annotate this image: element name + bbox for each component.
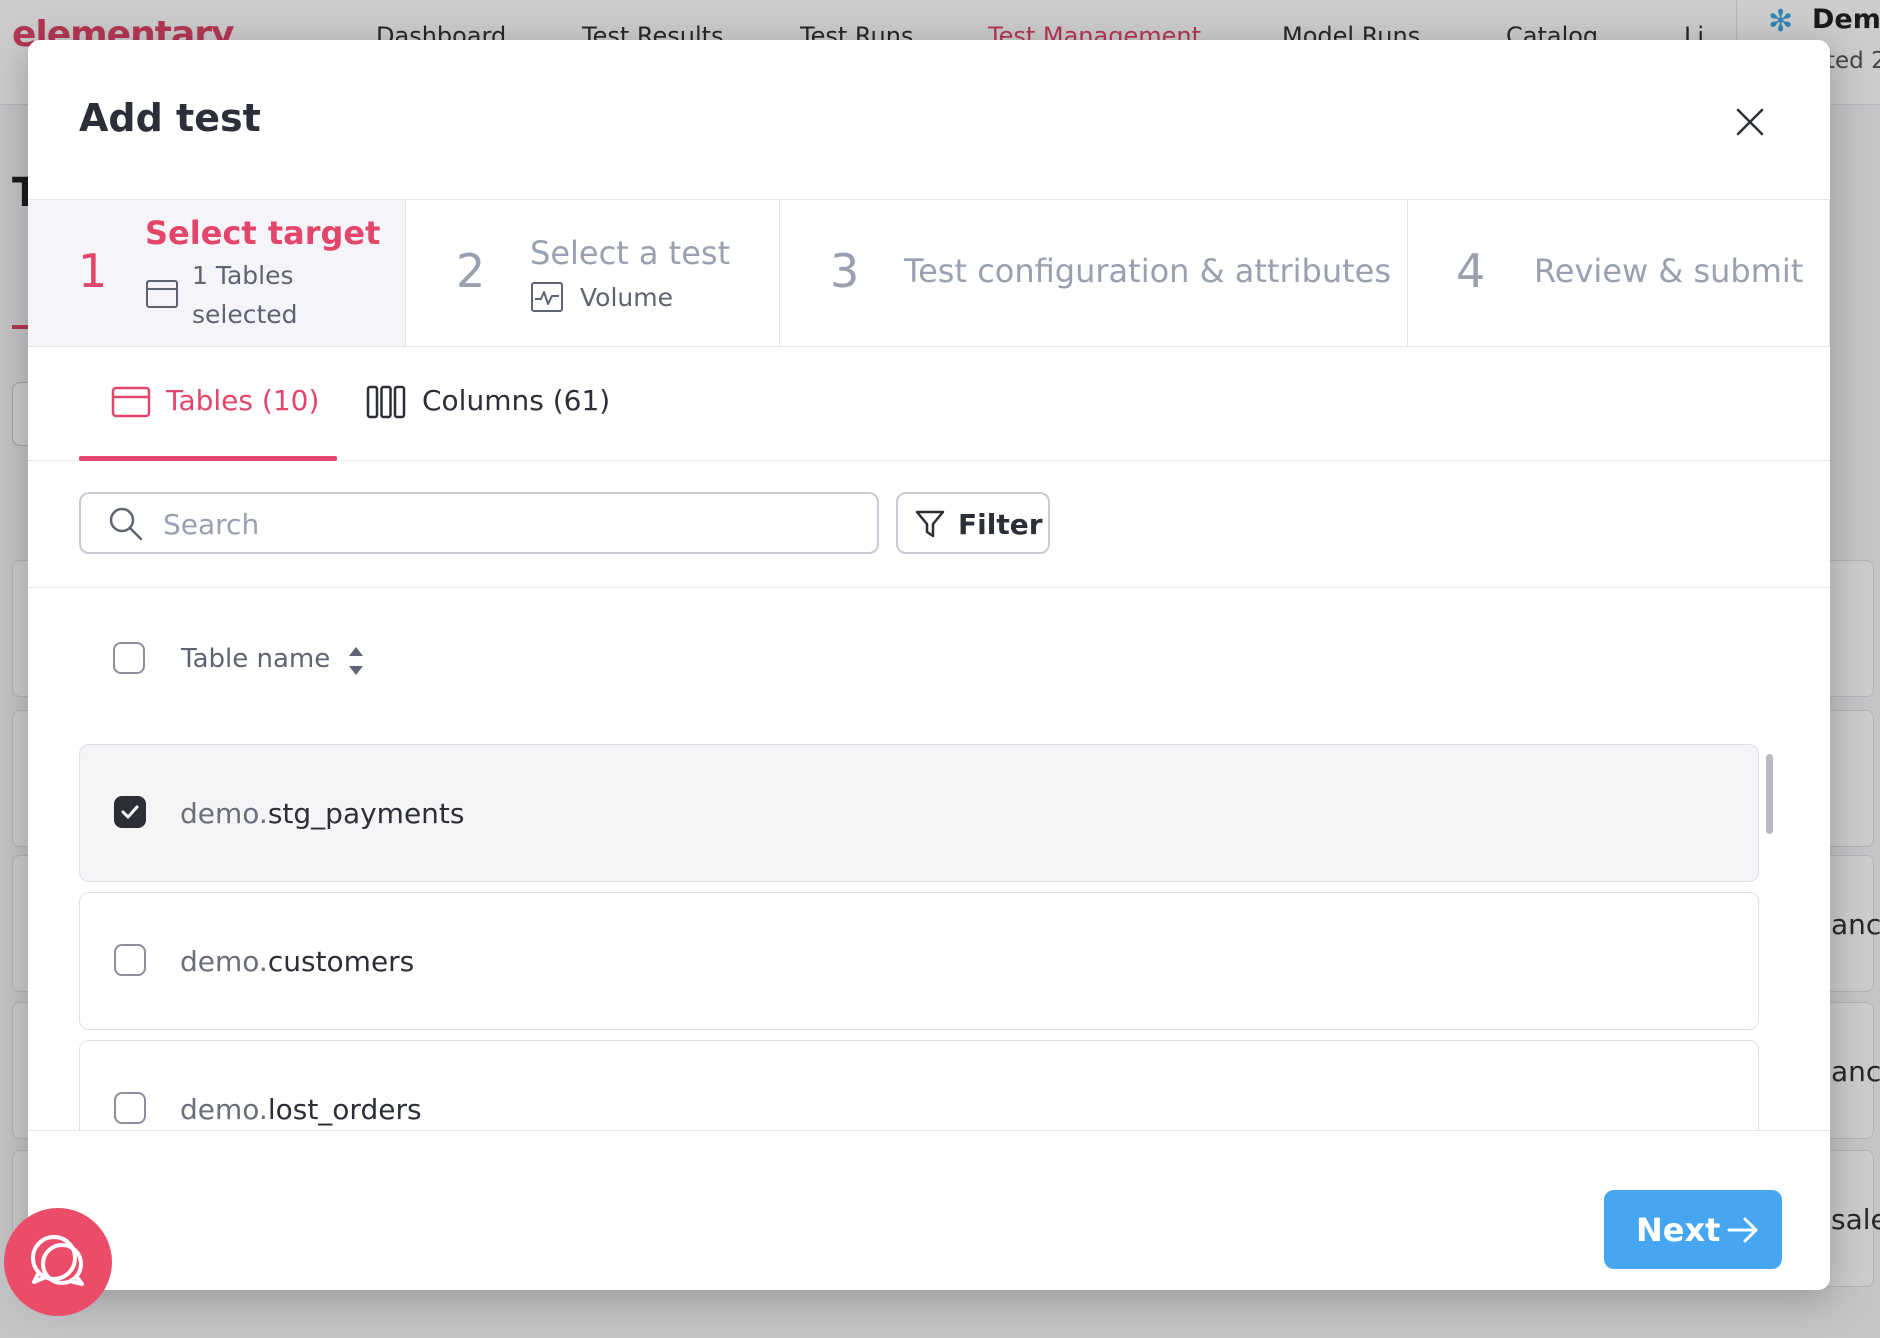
next-button[interactable]: Next bbox=[1604, 1190, 1782, 1269]
table-icon bbox=[146, 280, 178, 308]
step-title: Test configuration & attributes bbox=[904, 252, 1391, 290]
table-name: demo.customers bbox=[180, 945, 414, 978]
modal-title: Add test bbox=[79, 96, 261, 140]
step-number: 1 bbox=[78, 244, 108, 298]
step-select-test[interactable]: 2 Select a test Volume bbox=[406, 200, 780, 346]
table-short-name: stg_payments bbox=[267, 797, 465, 830]
step-review-submit[interactable]: 4 Review & submit bbox=[1408, 200, 1830, 346]
search-field[interactable] bbox=[79, 492, 879, 554]
step-select-target[interactable]: 1 Select target 1 Tables selected bbox=[28, 200, 406, 346]
table-row[interactable]: demo.lost_orders bbox=[79, 1040, 1759, 1130]
row-checkbox[interactable] bbox=[114, 796, 146, 828]
tab-columns[interactable]: Columns (61) bbox=[366, 345, 636, 460]
wizard-stepper: 1 Select target 1 Tables selected 2 Sele… bbox=[28, 199, 1830, 347]
arrow-right-icon bbox=[1727, 1217, 1758, 1243]
add-test-modal: Add test 1 Select target 1 Tables select… bbox=[28, 40, 1830, 1290]
filter-button[interactable]: Filter bbox=[896, 492, 1050, 554]
filter-label: Filter bbox=[958, 508, 1043, 541]
step-subtitle-line: selected bbox=[192, 300, 298, 329]
check-icon bbox=[121, 805, 139, 819]
active-tab-indicator bbox=[79, 456, 337, 461]
column-header-table-name: Table name bbox=[181, 644, 331, 674]
select-all-checkbox[interactable] bbox=[113, 642, 145, 674]
columns-icon bbox=[366, 385, 406, 419]
divider bbox=[28, 1130, 1830, 1131]
step-title: Select target bbox=[145, 214, 381, 252]
step-title: Select a test bbox=[530, 234, 731, 272]
step-subtitle: 1 Tables selected bbox=[192, 256, 298, 334]
step-subtitle: Volume bbox=[580, 283, 673, 312]
volume-chart-icon bbox=[531, 282, 563, 312]
table-schema: demo. bbox=[180, 797, 268, 830]
close-button[interactable] bbox=[1728, 100, 1772, 144]
step-number: 3 bbox=[830, 244, 860, 298]
table-schema: demo. bbox=[180, 1093, 268, 1126]
divider bbox=[28, 587, 1830, 588]
next-label: Next bbox=[1636, 1211, 1721, 1249]
row-checkbox[interactable] bbox=[114, 944, 146, 976]
row-checkbox[interactable] bbox=[114, 1092, 146, 1124]
table-icon bbox=[111, 386, 151, 418]
step-number: 2 bbox=[456, 244, 486, 298]
table-row[interactable]: demo.stg_payments bbox=[79, 744, 1759, 882]
step-number: 4 bbox=[1456, 244, 1486, 298]
table-name: demo.stg_payments bbox=[180, 797, 464, 830]
tab-label: Columns (61) bbox=[422, 384, 611, 417]
chat-bubbles-icon bbox=[31, 1235, 84, 1286]
step-test-configuration[interactable]: 3 Test configuration & attributes bbox=[780, 200, 1408, 346]
table-short-name: lost_orders bbox=[267, 1093, 422, 1126]
close-icon bbox=[1736, 108, 1764, 136]
search-icon bbox=[109, 507, 143, 541]
search-input[interactable] bbox=[161, 502, 855, 546]
table-name: demo.lost_orders bbox=[180, 1093, 422, 1126]
filter-icon bbox=[915, 510, 945, 538]
target-tabs: Tables (10) Columns (61) bbox=[28, 345, 1830, 461]
step-subtitle-line: 1 Tables bbox=[192, 261, 294, 290]
chat-widget-button[interactable] bbox=[4, 1208, 112, 1316]
table-short-name: customers bbox=[267, 945, 415, 978]
table-schema: demo. bbox=[180, 945, 268, 978]
tab-label: Tables (10) bbox=[166, 384, 320, 417]
step-title: Review & submit bbox=[1534, 252, 1804, 290]
table-row[interactable]: demo.customers bbox=[79, 892, 1759, 1030]
tab-tables[interactable]: Tables (10) bbox=[79, 345, 337, 461]
sort-icon[interactable] bbox=[346, 643, 366, 679]
table-list: demo.stg_payments demo.customers demo.lo… bbox=[28, 700, 1830, 1130]
list-scrollbar[interactable] bbox=[1766, 754, 1773, 834]
